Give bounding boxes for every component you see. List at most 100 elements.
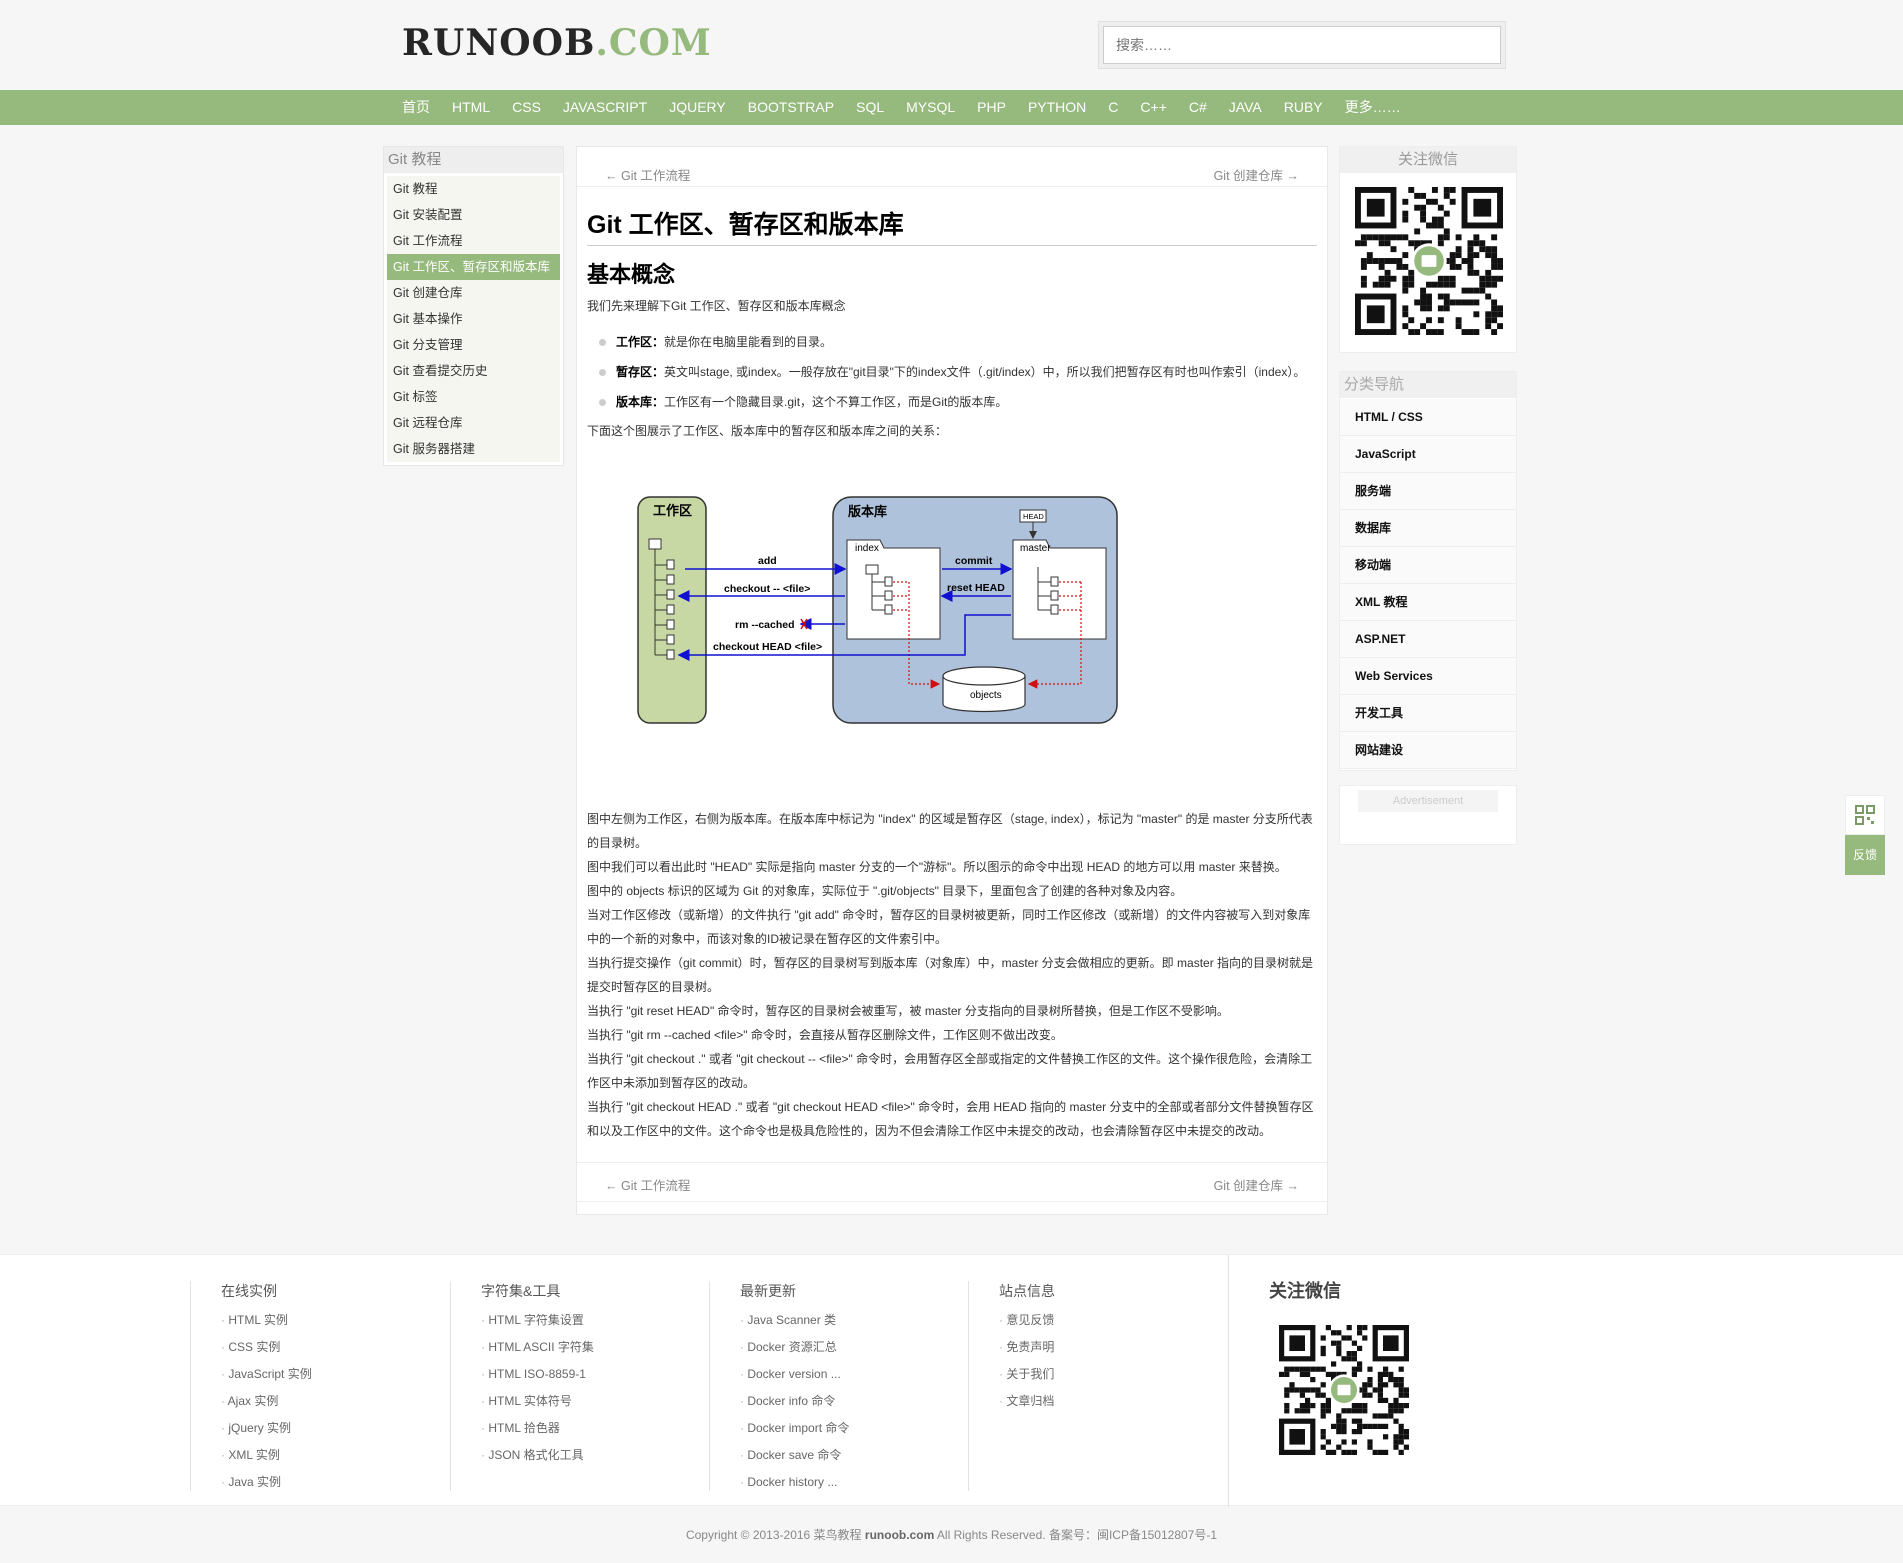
- prev-link[interactable]: ← Git 工作流程: [605, 1175, 690, 1194]
- footer-link-list: Java Scanner 类Docker 资源汇总Docker version …: [740, 1307, 969, 1496]
- nav-item[interactable]: PHP: [977, 90, 1006, 125]
- footer-link[interactable]: jQuery 实例: [221, 1415, 450, 1442]
- category-item[interactable]: JavaScript: [1340, 436, 1516, 473]
- footer-link[interactable]: HTML 拾色器: [481, 1415, 710, 1442]
- search-input[interactable]: [1103, 26, 1501, 64]
- footer-link[interactable]: 文章归档: [999, 1388, 1228, 1415]
- explanation-paragraph: 当执行 "git rm --cached <file>" 命令时，会直接从暂存区…: [587, 1028, 1063, 1042]
- copyright-site[interactable]: runoob.com: [865, 1528, 934, 1542]
- nav-item[interactable]: HTML: [452, 90, 490, 125]
- explanation-paragraph: 图中左侧为工作区，右侧为版本库。在版本库中标记为 "index" 的区域是暂存区…: [587, 812, 1313, 850]
- explanation-paragraph: 当执行提交操作（git commit）时，暂存区的目录树写到版本库（对象库）中，…: [587, 956, 1314, 994]
- footer-link[interactable]: HTML 字符集设置: [481, 1307, 710, 1334]
- explanation-paragraph: 当执行 "git reset HEAD" 命令时，暂存区的目录树会被重写，被 m…: [587, 1004, 1229, 1018]
- category-list: HTML / CSS JavaScript 服务端 数据库 移动端 XML 教程 ASP.N…: [1340, 398, 1516, 770]
- nav-item[interactable]: C#: [1189, 90, 1207, 125]
- footer-column: 站点信息意见反馈免责声明关于我们文章归档: [968, 1281, 1228, 1491]
- feedback-button[interactable]: 反馈: [1845, 835, 1885, 875]
- article: ← Git 工作流程 Git 创建仓库 → Git 工作区、暂存区和版本库 基本…: [576, 146, 1328, 1215]
- qr-code-icon: [1355, 187, 1503, 335]
- nav-item[interactable]: MYSQL: [906, 90, 955, 125]
- nav-item[interactable]: CSS: [512, 90, 541, 125]
- sidebar-item[interactable]: Git 基本操作: [387, 306, 560, 332]
- sidebar-item[interactable]: Git 分支管理: [387, 332, 560, 358]
- footer-link[interactable]: Docker info 命令: [740, 1388, 969, 1415]
- nav-item[interactable]: JAVASCRIPT: [563, 90, 647, 125]
- explanation-paragraph: 图中我们可以看出此时 "HEAD" 实际是指向 master 分支的一个"游标"…: [587, 860, 1287, 874]
- search-box: [1098, 21, 1506, 69]
- footer-link[interactable]: XML 实例: [221, 1442, 450, 1469]
- nav-item[interactable]: C++: [1140, 90, 1166, 125]
- qr-code-icon: [1278, 1324, 1409, 1455]
- sidebar-item[interactable]: Git 标签: [387, 384, 560, 410]
- nav-item[interactable]: JQUERY: [669, 90, 726, 125]
- prev-next-top: ← Git 工作流程 Git 创建仓库 →: [577, 147, 1327, 187]
- category-item[interactable]: 开发工具: [1340, 695, 1516, 732]
- nav-item[interactable]: 更多……: [1345, 90, 1401, 125]
- category-item[interactable]: 移动端: [1340, 547, 1516, 584]
- sidebar-item[interactable]: Git 远程仓库: [387, 410, 560, 436]
- footer-link[interactable]: Docker import 命令: [740, 1415, 969, 1442]
- next-link[interactable]: Git 创建仓库 →: [1214, 165, 1299, 184]
- category-item[interactable]: 数据库: [1340, 510, 1516, 547]
- reset-head-label: reset HEAD: [947, 582, 1005, 594]
- master-label: master: [1020, 543, 1051, 554]
- concept-text: 就是你在电脑里能看到的目录。: [664, 335, 833, 349]
- footer-link[interactable]: Java 实例: [221, 1469, 450, 1496]
- main-nav: 首页 HTML CSS JAVASCRIPT JQUERY BOOTSTRAP SQL MYS…: [0, 90, 1903, 125]
- nav-item[interactable]: SQL: [856, 90, 884, 125]
- nav-item[interactable]: C: [1108, 90, 1118, 125]
- category-item[interactable]: XML 教程: [1340, 584, 1516, 621]
- prev-link[interactable]: ← Git 工作流程: [605, 165, 690, 184]
- section-heading: 基本概念: [587, 262, 676, 287]
- footer-link[interactable]: Docker version ...: [740, 1361, 969, 1388]
- qr-float-button[interactable]: [1845, 795, 1885, 835]
- sidebar-item[interactable]: Git 查看提交历史: [387, 358, 560, 384]
- checkout-head-label: checkout HEAD <file>: [713, 641, 822, 653]
- sidebar-item[interactable]: Git 教程: [387, 176, 560, 202]
- footer-link[interactable]: JSON 格式化工具: [481, 1442, 710, 1469]
- intro-text: 我们先来理解下Git 工作区、暂存区和版本库概念: [587, 299, 846, 313]
- copyright: Copyright © 2013-2016 菜鸟教程 runoob.com Al…: [0, 1526, 1903, 1543]
- category-item[interactable]: Web Services: [1340, 658, 1516, 695]
- category-item[interactable]: HTML / CSS: [1340, 399, 1516, 436]
- sidebar-item[interactable]: Git 创建仓库: [387, 280, 560, 306]
- nav-item[interactable]: JAVA: [1229, 90, 1262, 125]
- footer-link[interactable]: JavaScript 实例: [221, 1361, 450, 1388]
- concept-workspace: 工作区：就是你在电脑里能看到的目录。: [599, 327, 1319, 357]
- footer-link[interactable]: CSS 实例: [221, 1334, 450, 1361]
- nav-item[interactable]: RUBY: [1284, 90, 1323, 125]
- site-logo[interactable]: RUNOOB.COM: [402, 22, 712, 64]
- footer-link[interactable]: Ajax 实例: [221, 1388, 450, 1415]
- footer-wechat-title: 关注微信: [1269, 1281, 1341, 1301]
- copyright-pre: Copyright © 2013-2016 菜鸟教程: [685, 1528, 862, 1542]
- category-item[interactable]: ASP.NET: [1340, 621, 1516, 658]
- add-label: add: [758, 555, 777, 567]
- index-label: index: [855, 543, 879, 554]
- explanation: 图中左侧为工作区，右侧为版本库。在版本库中标记为 "index" 的区域是暂存区…: [587, 807, 1321, 1143]
- category-item[interactable]: 服务端: [1340, 473, 1516, 510]
- footer-link[interactable]: HTML 实体符号: [481, 1388, 710, 1415]
- nav-item[interactable]: 首页: [402, 90, 430, 125]
- footer-link[interactable]: 免责声明: [999, 1334, 1228, 1361]
- footer-link[interactable]: 关于我们: [999, 1361, 1228, 1388]
- explanation-paragraph: 图中的 objects 标识的区域为 Git 的对象库，实际位于 ".git/o…: [587, 884, 1183, 898]
- footer-link[interactable]: Java Scanner 类: [740, 1307, 969, 1334]
- sidebar-item[interactable]: Git 安装配置: [387, 202, 560, 228]
- footer-link[interactable]: HTML ASCII 字符集: [481, 1334, 710, 1361]
- nav-item[interactable]: PYTHON: [1028, 90, 1086, 125]
- sidebar-item[interactable]: Git 服务器搭建: [387, 436, 560, 462]
- sidebar-item[interactable]: Git 工作区、暂存区和版本库: [387, 254, 560, 280]
- footer-link[interactable]: Docker history ...: [740, 1469, 969, 1496]
- footer-link[interactable]: Docker 资源汇总: [740, 1334, 969, 1361]
- footer-link[interactable]: Docker save 命令: [740, 1442, 969, 1469]
- next-link[interactable]: Git 创建仓库 →: [1214, 1175, 1299, 1194]
- rm-cached-label: rm --cached: [735, 619, 795, 631]
- sidebar-item[interactable]: Git 工作流程: [387, 228, 560, 254]
- footer-link[interactable]: HTML 实例: [221, 1307, 450, 1334]
- category-item[interactable]: 网站建设: [1340, 732, 1516, 769]
- explanation-paragraph: 当执行 "git checkout ." 或者 "git checkout --…: [587, 1052, 1313, 1090]
- footer-link[interactable]: HTML ISO-8859-1: [481, 1361, 710, 1388]
- nav-item[interactable]: BOOTSTRAP: [748, 90, 834, 125]
- footer-link[interactable]: 意见反馈: [999, 1307, 1228, 1334]
